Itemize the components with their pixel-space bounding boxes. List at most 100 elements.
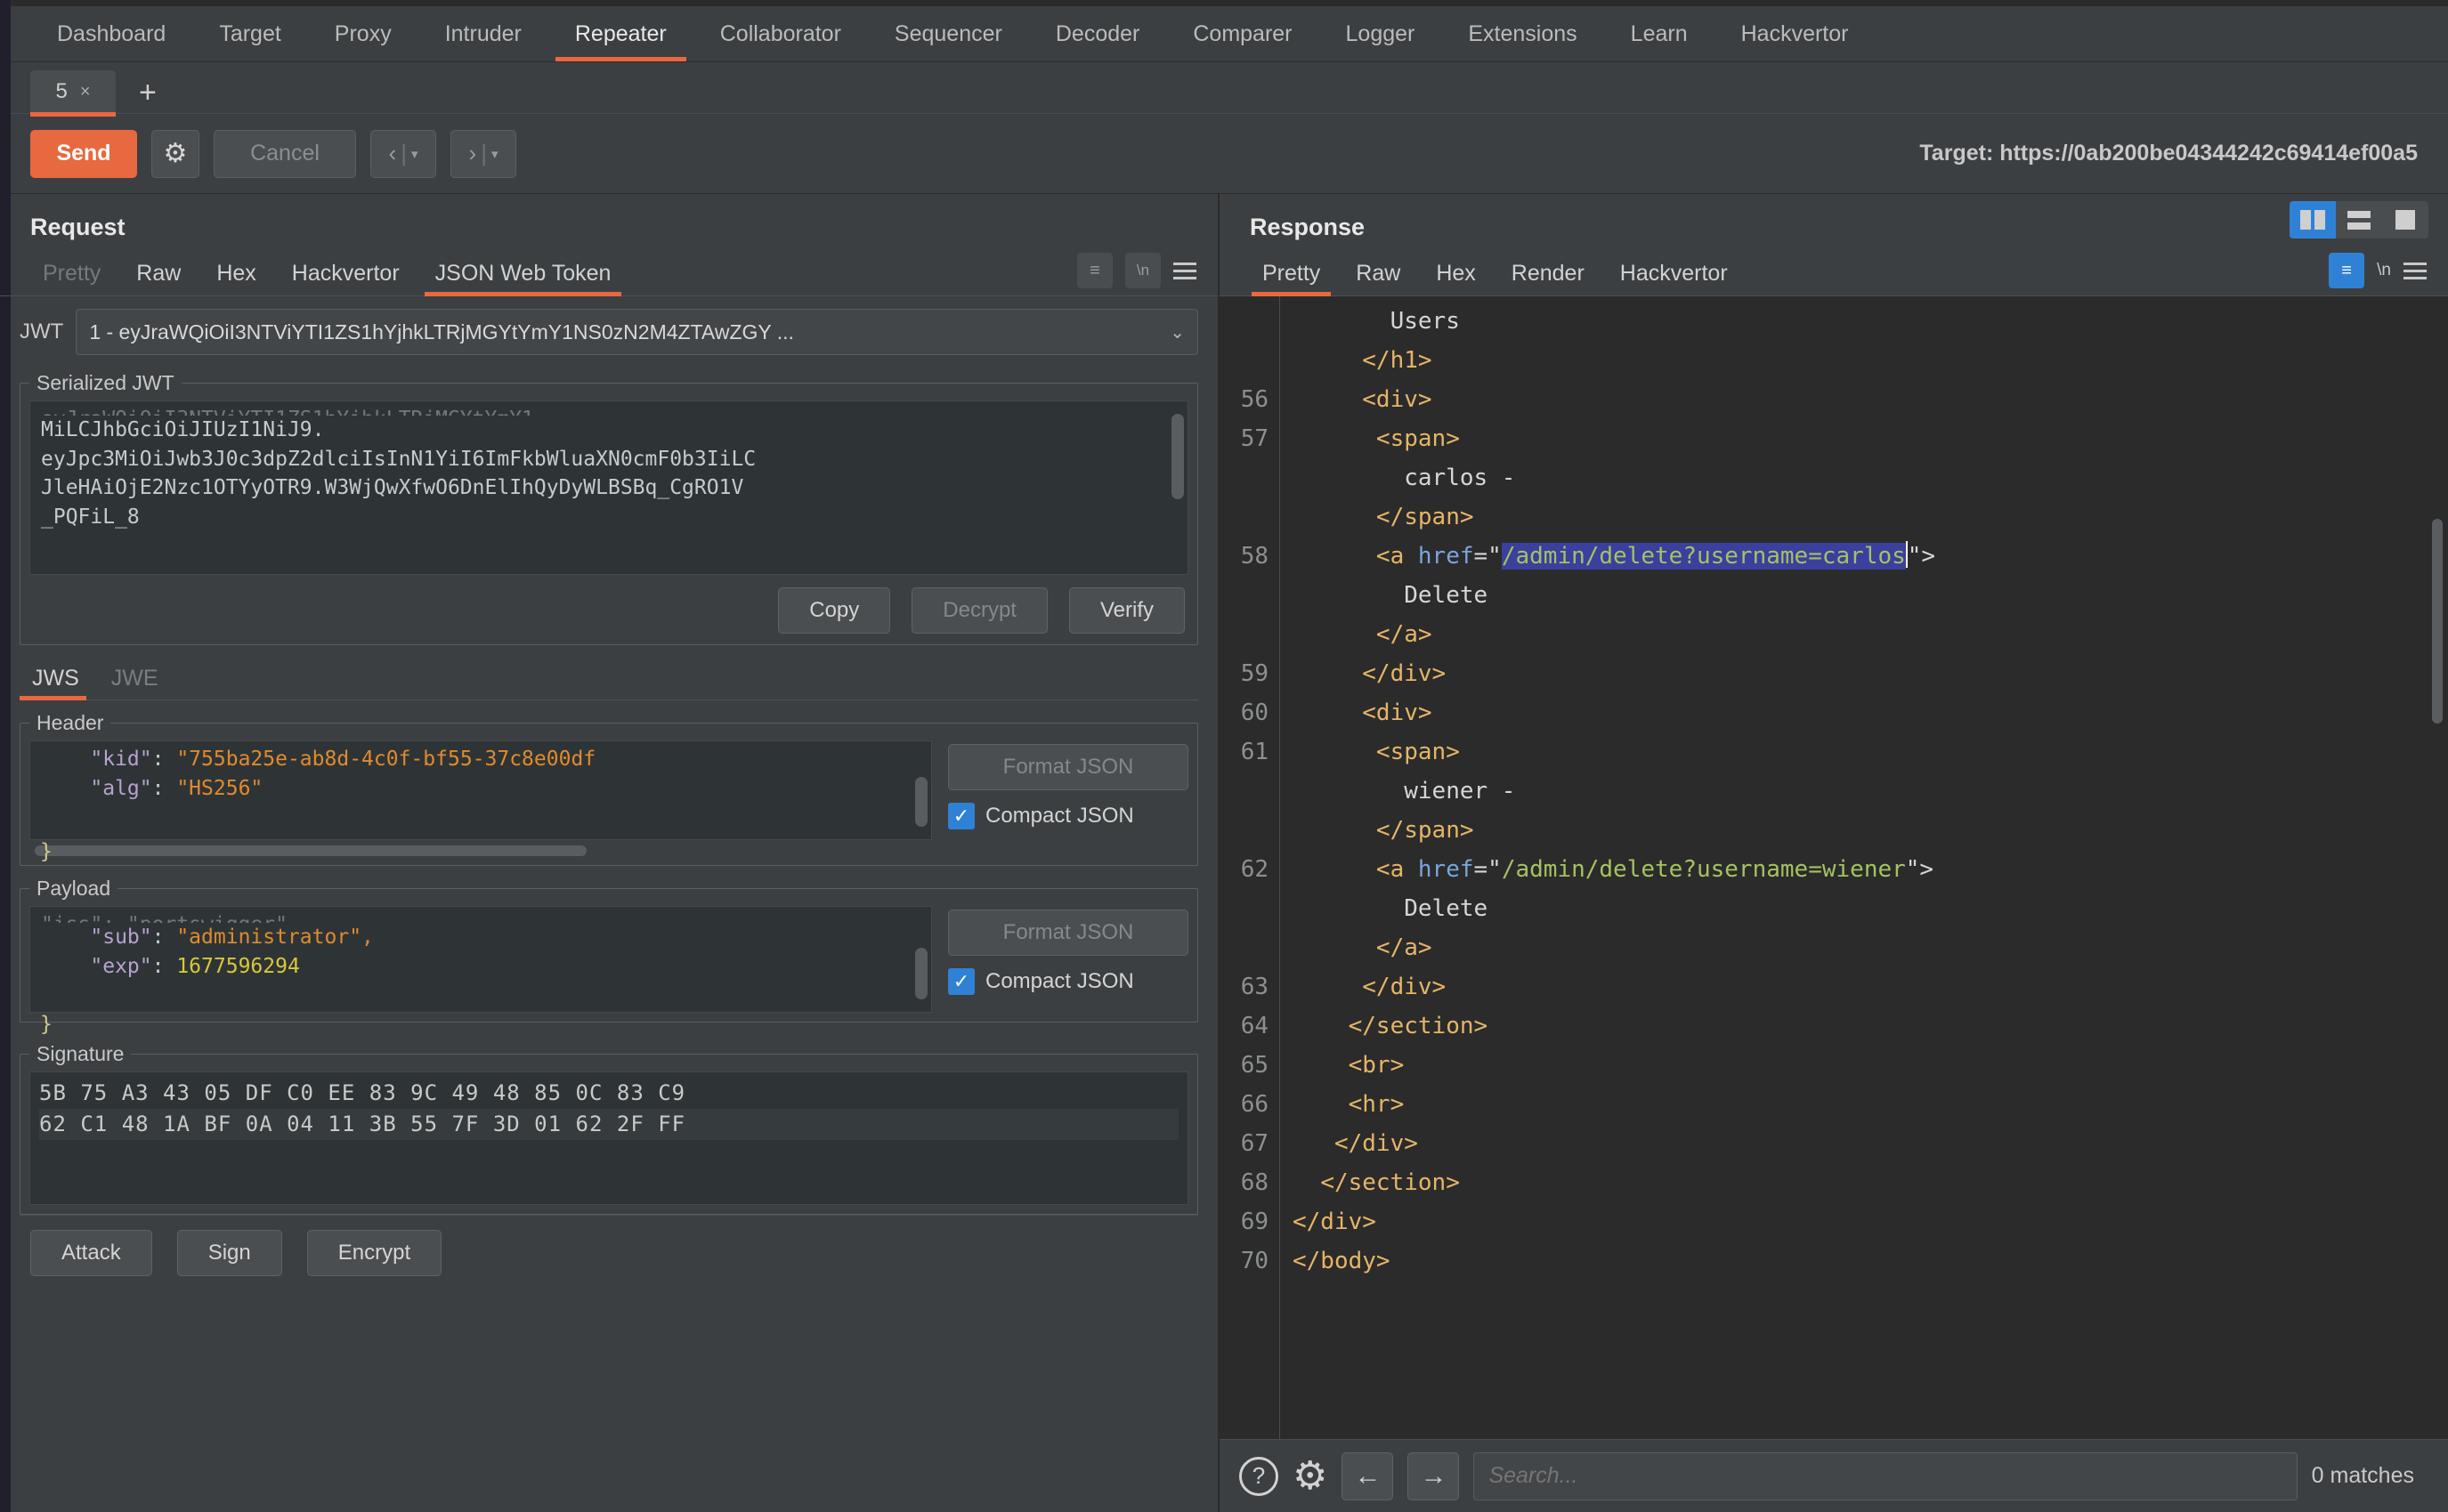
code-token: <hr> <box>1348 1091 1405 1118</box>
search-previous-button[interactable]: ← <box>1342 1451 1394 1500</box>
menu-tab-extensions[interactable]: Extensions <box>1441 7 1603 61</box>
target-url-label: Target: https://0ab200be04344242c69414ef… <box>1919 141 2418 166</box>
chevron-down-icon: ▾ <box>490 146 499 162</box>
response-tab-hackvertor[interactable]: Hackvertor <box>1602 261 1746 295</box>
line-number: 69 <box>1240 1209 1269 1235</box>
response-code[interactable]: Users </h1> <div> <span> carlos - </span… <box>1280 296 2448 1439</box>
help-icon[interactable]: ? <box>1239 1456 1278 1496</box>
line-number <box>1220 772 1269 811</box>
line-number <box>1220 497 1269 537</box>
menu-tab-hackvertor[interactable]: Hackvertor <box>1714 7 1876 61</box>
code-token: </div> <box>1362 974 1447 1000</box>
menu-tab-repeater[interactable]: Repeater <box>548 7 693 61</box>
code-token: <a <box>1375 543 1418 570</box>
scrollbar-vertical[interactable] <box>915 777 928 827</box>
previous-request-button[interactable]: ‹ | ▾ <box>370 129 436 178</box>
serialized-jwt-line: MiLCJhbGciOiJIUzI1NiJ9. <box>41 418 325 441</box>
verify-button[interactable]: Verify <box>1068 587 1185 634</box>
line-number-gutter: 56 57 58 59 60 61 62 63 64 65 66 67 68 69 70 <box>1220 296 1280 1439</box>
search-next-button[interactable]: → <box>1407 1451 1460 1500</box>
response-tab-pretty[interactable]: Pretty <box>1244 261 1338 296</box>
menu-tab-sequencer[interactable]: Sequencer <box>868 7 1029 61</box>
menu-tab-decoder[interactable]: Decoder <box>1029 7 1167 61</box>
decrypt-button[interactable]: Decrypt <box>912 587 1048 634</box>
code-token: <span> <box>1375 425 1460 452</box>
response-code-line: </h1> <box>1293 341 2448 380</box>
line-number <box>1220 341 1269 380</box>
layout-toggle-group <box>2290 201 2428 239</box>
jwt-action-buttons: Attack Sign Encrypt <box>20 1215 1198 1289</box>
show-newlines-icon[interactable]: \n <box>2377 261 2391 280</box>
checkbox-checked-icon[interactable]: ✓ <box>948 968 975 995</box>
copy-button[interactable]: Copy <box>778 587 891 634</box>
search-input[interactable] <box>1473 1451 2298 1500</box>
code-token: "> <box>1907 543 1936 570</box>
response-code-line: </div> <box>1293 1202 2448 1241</box>
response-editor[interactable]: 56 57 58 59 60 61 62 63 64 65 66 67 68 69 70 Users… <box>1220 296 2448 1439</box>
add-tab-button[interactable]: + <box>116 77 178 113</box>
request-tab-hex[interactable]: Hex <box>199 261 273 295</box>
serialized-jwt-textarea[interactable]: eyJraWQiOiI3NTViYTI1ZS1hYjhkLTRjMGYtYmY1… <box>29 400 1188 575</box>
response-tab-render[interactable]: Render <box>1494 261 1602 295</box>
hamburger-icon[interactable] <box>2403 262 2427 279</box>
menu-tab-comparer[interactable]: Comparer <box>1166 7 1318 61</box>
response-code-line: <span> <box>1293 419 2448 458</box>
compact-json-checkbox-row[interactable]: ✓ Compact JSON <box>948 803 1188 829</box>
request-tab-hackvertor[interactable]: Hackvertor <box>274 261 417 295</box>
sign-button[interactable]: Sign <box>176 1230 282 1276</box>
response-tab-hex[interactable]: Hex <box>1418 261 1493 295</box>
compact-json-checkbox-row[interactable]: ✓ Compact JSON <box>948 968 1188 995</box>
gear-icon[interactable]: ⚙ <box>1293 1456 1327 1496</box>
menu-tab-logger[interactable]: Logger <box>1319 7 1442 61</box>
side-by-side-layout-button[interactable] <box>2290 201 2336 239</box>
repeater-tab-5[interactable]: 5 × <box>30 70 116 117</box>
code-token: href <box>1417 856 1474 883</box>
checkbox-checked-icon[interactable]: ✓ <box>948 803 975 829</box>
scrollbar-vertical[interactable] <box>915 948 928 999</box>
encrypt-button[interactable]: Encrypt <box>306 1230 442 1276</box>
menu-tab-collaborator[interactable]: Collaborator <box>693 7 868 61</box>
attack-button[interactable]: Attack <box>30 1230 152 1276</box>
hamburger-icon[interactable] <box>1173 262 1196 279</box>
request-tab-json-web-token[interactable]: JSON Web Token <box>417 261 629 296</box>
main-menu-bar: Dashboard Target Proxy Intruder Repeater Coll… <box>0 7 2448 62</box>
jwt-header-editor[interactable]: "kid": "755ba25e-ab8d-4c0f-bf55-37c8e00d… <box>29 740 932 840</box>
word-wrap-icon[interactable]: ≡ <box>1077 253 1113 288</box>
tab-jwe[interactable]: JWE <box>99 666 178 699</box>
response-code-line: </section> <box>1293 1007 2448 1046</box>
next-request-button[interactable]: › | ▾ <box>450 129 516 178</box>
send-button[interactable]: Send <box>30 129 137 178</box>
scrollbar-vertical[interactable] <box>1171 414 1184 499</box>
response-code-line: </div> <box>1293 967 2448 1007</box>
format-json-button[interactable]: Format JSON <box>948 744 1188 790</box>
repeater-tab-row: 5 × + <box>0 62 2448 117</box>
close-icon[interactable]: × <box>80 82 91 102</box>
single-pane-layout-button[interactable] <box>2382 201 2428 239</box>
scrollbar-horizontal[interactable] <box>35 845 587 856</box>
menu-tab-proxy[interactable]: Proxy <box>308 7 418 61</box>
menu-tab-target[interactable]: Target <box>192 7 307 61</box>
jwt-signature-hex-editor[interactable]: 5B 75 A3 43 05 DF C0 EE 83 9C 49 48 85 0… <box>29 1071 1188 1205</box>
line-number: 67 <box>1240 1130 1269 1157</box>
response-tab-raw[interactable]: Raw <box>1338 261 1418 295</box>
code-token: Delete <box>1404 582 1488 609</box>
request-tab-raw[interactable]: Raw <box>118 261 199 295</box>
code-token: <a <box>1375 856 1418 883</box>
menu-tab-dashboard[interactable]: Dashboard <box>30 7 192 61</box>
scrollbar-vertical[interactable] <box>2432 519 2443 724</box>
word-wrap-icon[interactable]: ≡ <box>2329 253 2365 288</box>
jwt-payload-editor[interactable]: "iss": "portswigger", "sub": "administra… <box>29 906 932 1013</box>
menu-tab-learn[interactable]: Learn <box>1604 7 1714 61</box>
line-number: 70 <box>1240 1248 1269 1274</box>
cancel-button[interactable]: Cancel <box>214 129 356 178</box>
tab-jws[interactable]: JWS <box>20 666 99 700</box>
format-json-button[interactable]: Format JSON <box>948 910 1188 956</box>
menu-tab-intruder[interactable]: Intruder <box>418 7 548 61</box>
request-tab-pretty[interactable]: Pretty <box>25 261 118 295</box>
json-property-line: "kid": "755ba25e-ab8d-4c0f-bf55-37c8e00d… <box>41 748 596 771</box>
stacked-layout-button[interactable] <box>2336 201 2382 239</box>
send-settings-button[interactable]: ⚙ <box>151 129 199 178</box>
jwt-select[interactable]: 1 - eyJraWQiOiI3NTViYTI1ZS1hYjhkLTRjMGYt… <box>76 309 1198 355</box>
code-token: <span> <box>1375 739 1460 765</box>
show-newlines-icon[interactable]: \n <box>1125 253 1161 288</box>
